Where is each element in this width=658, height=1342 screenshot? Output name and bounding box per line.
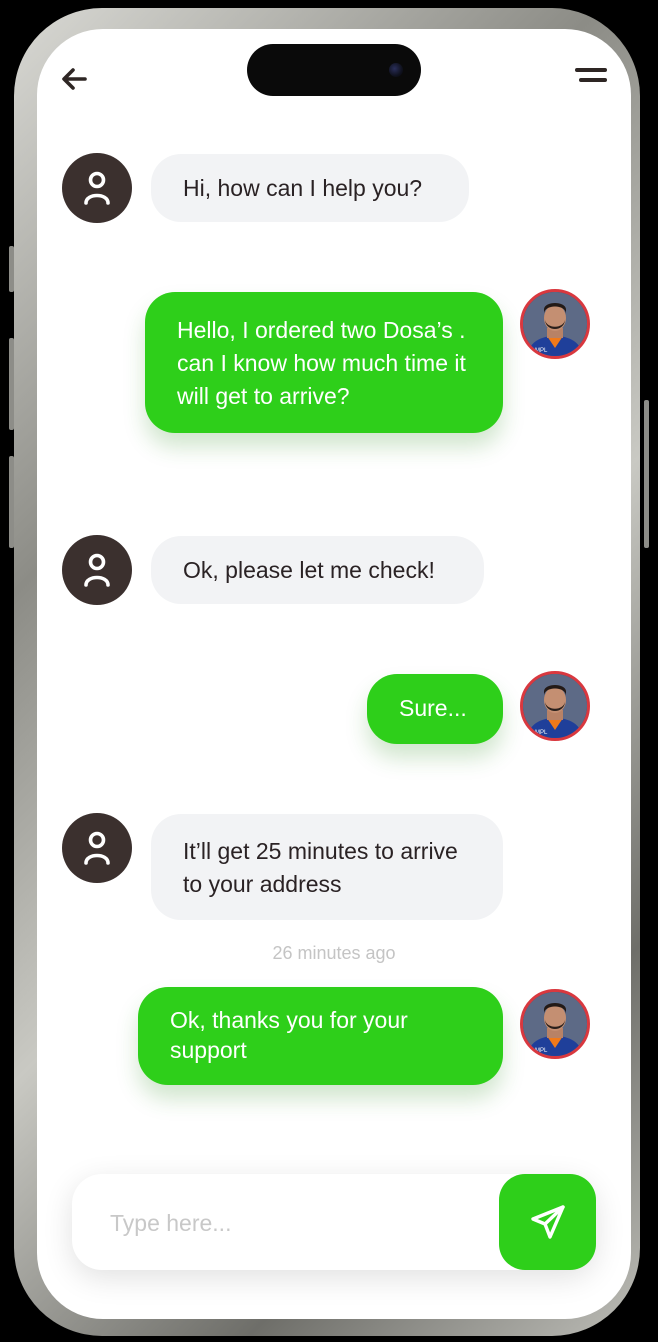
back-button[interactable] (59, 65, 89, 93)
incoming-message: Hi, how can I help you? (151, 154, 469, 222)
menu-button[interactable] (571, 65, 607, 89)
volume-down-button (9, 456, 14, 548)
power-button (644, 400, 649, 548)
outgoing-message: Ok, thanks you for your support (138, 987, 503, 1085)
user-icon (84, 553, 110, 587)
incoming-message: It’ll get 25 minutes to arrive to your a… (151, 814, 503, 920)
user-avatar: MPL (520, 989, 590, 1059)
dynamic-island (247, 44, 421, 96)
arrow-left-icon (62, 68, 87, 90)
message-composer (72, 1174, 596, 1270)
agent-avatar (62, 535, 132, 605)
svg-text:MPL: MPL (535, 730, 548, 736)
incoming-message: Ok, please let me check! (151, 536, 484, 604)
user-icon (84, 171, 110, 205)
message-timestamp: 26 minutes ago (272, 943, 396, 963)
outgoing-message: Hello, I ordered two Dosa’s . can I know… (145, 292, 503, 433)
chat-screen: Hi, how can I help you? Hello, I ordered… (37, 29, 631, 1319)
svg-text:MPL: MPL (535, 1048, 548, 1054)
mute-switch (9, 246, 14, 292)
camera-icon (389, 63, 403, 77)
message-row: It’ll get 25 minutes to arrive to your a… (37, 813, 631, 923)
message-row: Ok, thanks you for your support MPL (37, 987, 631, 1087)
message-row: Ok, please let me check! (37, 535, 631, 605)
outgoing-message: Sure... (367, 674, 503, 744)
message-input[interactable] (108, 1200, 492, 1246)
agent-avatar (62, 813, 132, 883)
user-avatar: MPL (520, 289, 590, 359)
send-button[interactable] (499, 1174, 596, 1270)
agent-avatar (62, 153, 132, 223)
message-row: Hello, I ordered two Dosa’s . can I know… (37, 289, 631, 435)
user-icon (84, 831, 110, 865)
user-photo: MPL (523, 674, 587, 738)
user-photo: MPL (523, 292, 587, 356)
volume-up-button (9, 338, 14, 430)
send-icon (530, 1205, 565, 1239)
svg-text:MPL: MPL (535, 348, 548, 354)
user-avatar: MPL (520, 671, 590, 741)
user-photo: MPL (523, 992, 587, 1056)
message-row: Sure... MPL (37, 671, 631, 745)
message-row: Hi, how can I help you? (37, 153, 631, 223)
